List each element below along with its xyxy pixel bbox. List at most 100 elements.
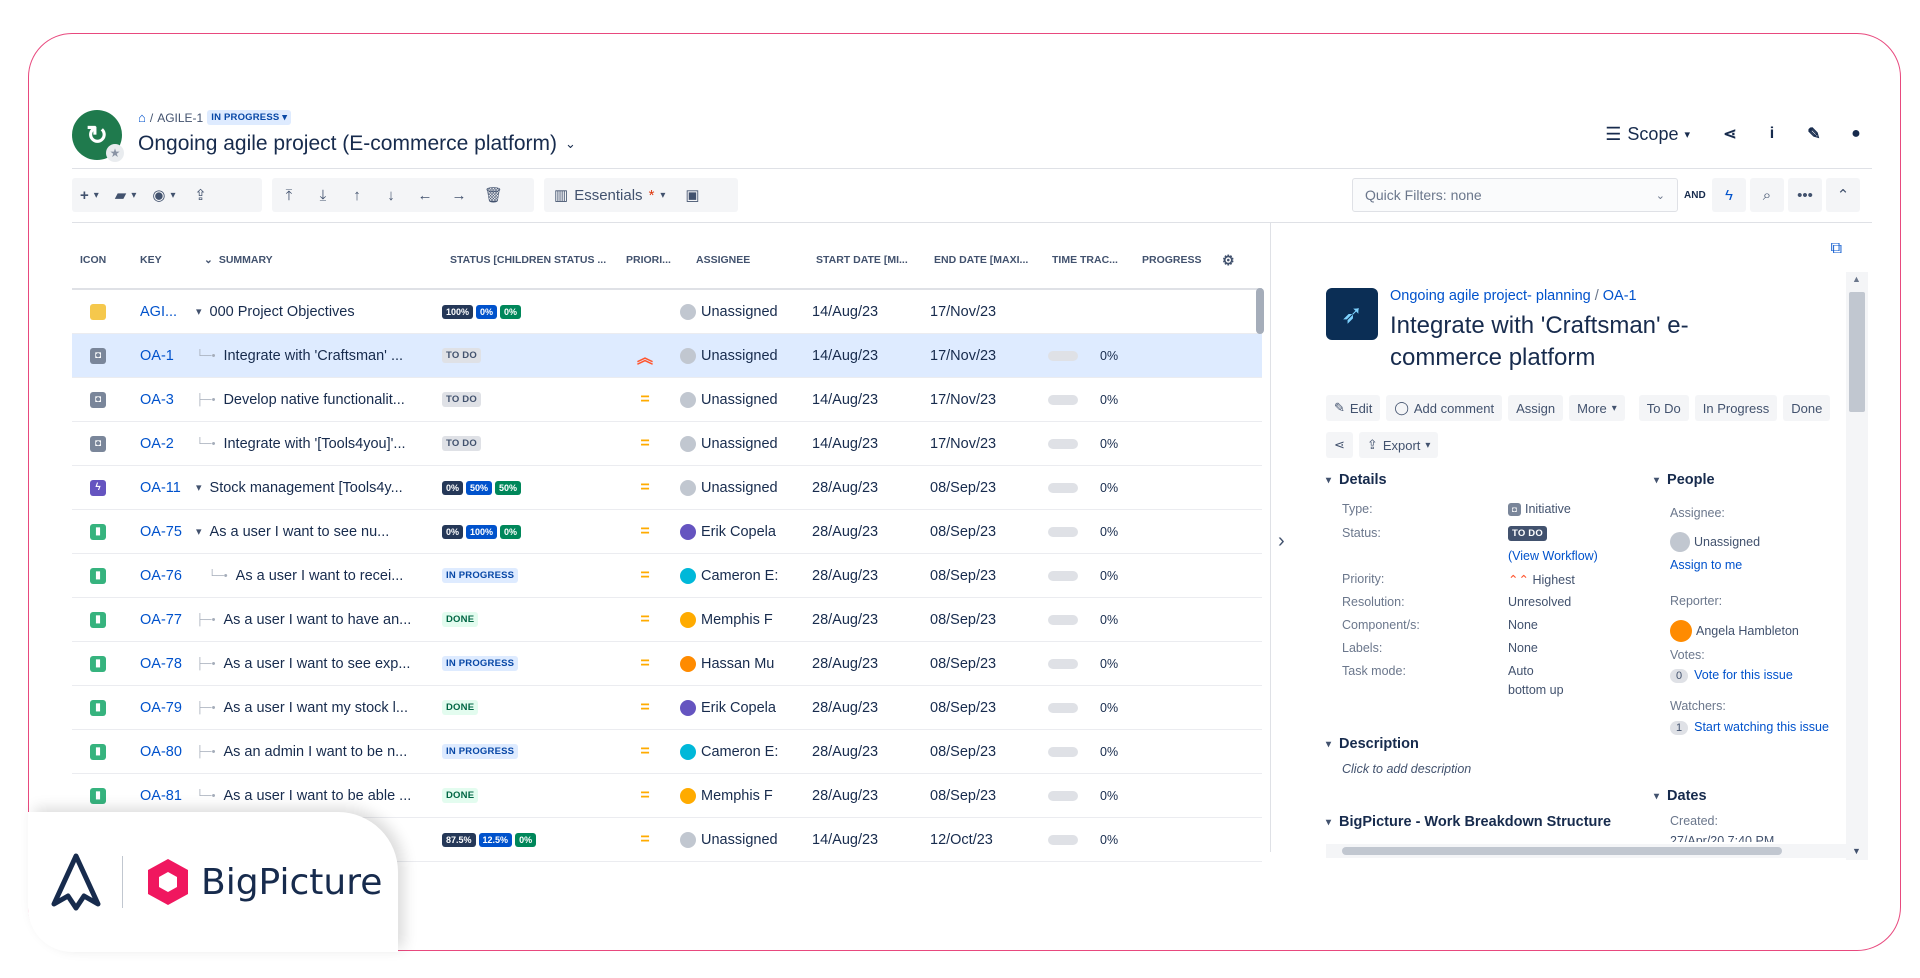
breadcrumb-key[interactable]: AGILE-1 xyxy=(157,111,203,125)
issue-key-link[interactable]: OA-3 xyxy=(132,392,196,408)
status-cell[interactable]: 0% 50% 50% xyxy=(434,480,610,495)
assignee-cell[interactable]: Cameron E: xyxy=(680,567,800,584)
search-icon[interactable]: ⌕ xyxy=(1750,178,1784,212)
user-icon[interactable]: ● xyxy=(1840,118,1872,150)
more-button[interactable]: More ▾ xyxy=(1569,395,1625,421)
status-value[interactable]: TO DO xyxy=(1508,525,1547,541)
status-cell[interactable]: IN PROGRESS xyxy=(434,568,610,583)
move-down-icon[interactable]: ↓ xyxy=(374,178,408,212)
info-icon[interactable]: i xyxy=(1756,118,1788,150)
assignee-cell[interactable]: Memphis F xyxy=(680,611,800,628)
end-date-cell[interactable]: 17/Nov/23 xyxy=(918,304,1036,320)
status-cell[interactable]: DONE xyxy=(434,700,610,715)
summary-cell[interactable]: ▾ As a user I want to see nu... xyxy=(196,524,434,540)
more-icon[interactable]: ••• xyxy=(1788,178,1822,212)
export-button[interactable]: ⇪ Export ▾ xyxy=(1358,432,1439,458)
col-priority[interactable]: PRIORI... xyxy=(618,254,688,266)
favorite-star-icon[interactable]: ★ xyxy=(106,144,124,162)
chevron-down-icon[interactable]: ▾ xyxy=(196,305,202,318)
col-status[interactable]: STATUS [CHILDREN STATUS ... xyxy=(442,254,618,266)
add-comment-button[interactable]: ◯ Add comment xyxy=(1386,395,1503,421)
share-icon[interactable]: ⋖ xyxy=(1326,432,1353,458)
scroll-up-icon[interactable]: ▲ xyxy=(1852,274,1861,284)
assignee-cell[interactable]: Erik Copela xyxy=(680,523,800,540)
gear-icon[interactable]: ⚙ xyxy=(1214,252,1244,269)
delete-icon[interactable]: 🗑 xyxy=(476,178,511,212)
start-date-cell[interactable]: 28/Aug/23 xyxy=(800,612,918,628)
assignee-cell[interactable]: Unassigned xyxy=(680,303,800,320)
table-row[interactable]: ▮ OA-75 ▾ As a user I want to see nu... 0% 1… xyxy=(72,510,1262,554)
edit-button[interactable]: ✎ Edit xyxy=(1326,395,1381,421)
to-do-button[interactable]: To Do xyxy=(1638,395,1689,421)
assign-button[interactable]: Assign xyxy=(1508,395,1564,421)
assignee-cell[interactable]: Unassigned xyxy=(680,435,800,452)
start-date-cell[interactable]: 28/Aug/23 xyxy=(800,744,918,760)
assignee-cell[interactable]: Unassigned xyxy=(680,479,800,496)
indent-icon[interactable]: → xyxy=(442,178,476,212)
status-cell[interactable]: 87.5% 12.5% 0% xyxy=(434,832,610,847)
table-row[interactable]: ◘ OA-3 ├─• Develop native functionalit... TO… xyxy=(72,378,1262,422)
issue-key-link[interactable]: OA-76 xyxy=(132,568,196,584)
summary-cell[interactable]: ├─• As an admin I want to be n... xyxy=(196,744,434,760)
status-cell[interactable]: IN PROGRESS xyxy=(434,744,610,759)
add-button[interactable]: + ▾ xyxy=(72,178,107,212)
in-progress-button[interactable]: In Progress xyxy=(1694,395,1778,421)
start-date-cell[interactable]: 28/Aug/23 xyxy=(800,524,918,540)
table-row[interactable]: ◘ OA-1 └─• Integrate with 'Craftsman' ... TO… xyxy=(72,334,1262,378)
open-external-icon[interactable]: ⧉ xyxy=(1831,240,1842,258)
issue-key-link[interactable]: OA-11 xyxy=(132,480,196,496)
collapse-icon[interactable]: ⌃ xyxy=(1826,178,1860,212)
col-icon[interactable]: ICON xyxy=(72,254,132,266)
status-cell[interactable]: TO DO xyxy=(434,348,610,363)
table-row[interactable]: ▮ OA-76 └─• As a user I want to recei... IN… xyxy=(72,554,1262,598)
status-cell[interactable]: IN PROGRESS xyxy=(434,656,610,671)
view-selector[interactable]: ▥ Essentials * ▾ xyxy=(544,186,675,205)
scroll-down-icon[interactable]: ▼ xyxy=(1852,846,1861,856)
status-cell[interactable]: 0% 100% 0% xyxy=(434,524,610,539)
quick-filters-select[interactable]: Quick Filters: none ⌄ xyxy=(1352,178,1678,212)
start-date-cell[interactable]: 14/Aug/23 xyxy=(800,832,918,848)
end-date-cell[interactable]: 08/Sep/23 xyxy=(918,788,1036,804)
issue-key-link[interactable]: OA-81 xyxy=(132,788,196,804)
status-cell[interactable]: DONE xyxy=(434,788,610,803)
table-row[interactable]: ▮ OA-78 ├─• As a user I want to see exp... I… xyxy=(72,642,1262,686)
summary-cell[interactable]: ├─• As a user I want to see exp... xyxy=(196,656,434,672)
parent-link[interactable]: Ongoing agile project- planning xyxy=(1390,288,1591,304)
move-up-icon[interactable]: ↑ xyxy=(340,178,374,212)
summary-cell[interactable]: ├─• As a user I want my stock l... xyxy=(196,700,434,716)
people-heading[interactable]: ▾ People xyxy=(1654,472,1715,488)
wrench-icon[interactable]: ✎ xyxy=(1798,118,1830,150)
start-date-cell[interactable]: 28/Aug/23 xyxy=(800,568,918,584)
panel-scrollbar[interactable]: ▲ ▼ xyxy=(1846,272,1868,860)
col-assignee[interactable]: ASSIGNEE xyxy=(688,254,808,266)
dates-heading[interactable]: ▾ Dates xyxy=(1654,788,1707,804)
issue-key-link[interactable]: AGI... xyxy=(132,304,196,320)
end-date-cell[interactable]: 08/Sep/23 xyxy=(918,700,1036,716)
scope-menu[interactable]: ☰ Scope ▾ xyxy=(1605,124,1690,145)
home-icon[interactable]: ⌂ xyxy=(138,110,146,125)
assignee-cell[interactable]: Memphis F xyxy=(680,787,800,804)
end-date-cell[interactable]: 08/Sep/23 xyxy=(918,524,1036,540)
move-bottom-icon[interactable]: ⤓ xyxy=(306,178,340,212)
assignee-cell[interactable]: Unassigned xyxy=(680,391,800,408)
table-row[interactable]: ϟ OA-11 ▾ Stock management [Tools4y... 0% 50%… xyxy=(72,466,1262,510)
assignee-cell[interactable]: Hassan Mu xyxy=(680,655,800,672)
issue-key-link[interactable]: OA-79 xyxy=(132,700,196,716)
chevron-down-icon[interactable]: ▾ xyxy=(196,481,202,494)
table-row[interactable]: ◘ OA-2 └─• Integrate with '[Tools4you]'... T… xyxy=(72,422,1262,466)
details-heading[interactable]: ▾ Details xyxy=(1326,472,1387,488)
assign-to-me-link[interactable]: Assign to me xyxy=(1670,558,1742,572)
view-eye-button[interactable]: ◉ ▾ xyxy=(144,178,183,212)
project-title[interactable]: Ongoing agile project (E-commerce platfo… xyxy=(138,132,576,156)
start-date-cell[interactable]: 28/Aug/23 xyxy=(800,700,918,716)
panel-horizontal-scrollbar[interactable] xyxy=(1326,844,1846,858)
summary-cell[interactable]: └─• Integrate with 'Craftsman' ... xyxy=(196,348,434,364)
summary-cell[interactable]: └─• As a user I want to be able ... xyxy=(196,788,434,804)
summary-cell[interactable]: ▾ 000 Project Objectives xyxy=(196,304,434,320)
table-row[interactable]: ▮ OA-77 ├─• As a user I want to have an... D… xyxy=(72,598,1262,642)
chevron-right-icon[interactable]: › xyxy=(1278,530,1285,553)
col-progress[interactable]: PROGRESS xyxy=(1134,254,1214,266)
save-icon[interactable]: ▣ xyxy=(675,178,709,212)
end-date-cell[interactable]: 17/Nov/23 xyxy=(918,392,1036,408)
status-cell[interactable]: 100% 0% 0% xyxy=(434,304,610,319)
